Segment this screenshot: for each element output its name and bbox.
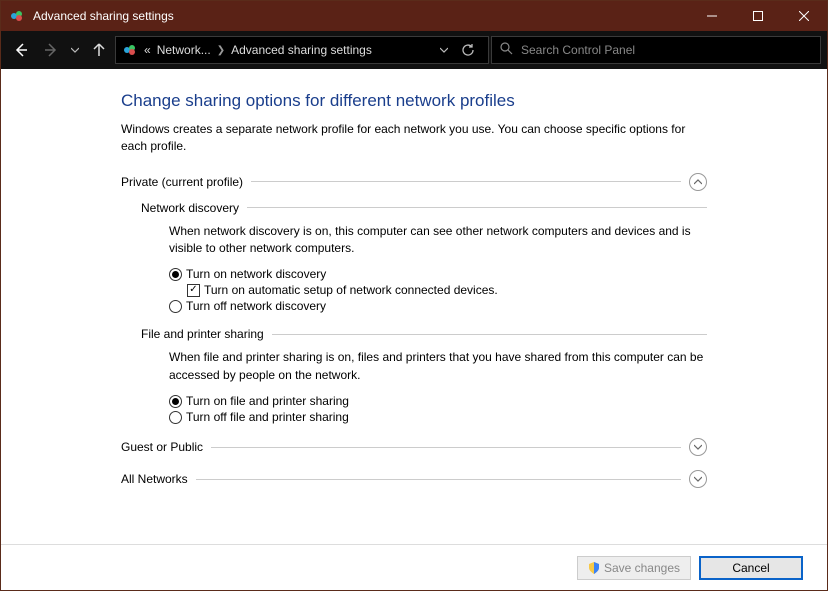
search-placeholder: Search Control Panel: [521, 43, 635, 57]
refresh-button[interactable]: [454, 36, 482, 64]
up-button[interactable]: [85, 36, 113, 64]
chevron-down-icon: [689, 438, 707, 456]
file-printer-heading: File and printer sharing: [141, 327, 264, 341]
content-area: Change sharing options for different net…: [1, 69, 827, 544]
profile-guest-header[interactable]: Guest or Public: [121, 438, 707, 456]
radio-icon: [169, 411, 182, 424]
radio-icon: [169, 300, 182, 313]
titlebar: Advanced sharing settings: [1, 1, 827, 31]
app-icon: [9, 8, 25, 24]
back-button[interactable]: [7, 36, 35, 64]
profile-private-label: Private (current profile): [121, 175, 243, 189]
radio-fps-off[interactable]: Turn off file and printer sharing: [169, 410, 707, 424]
recent-dropdown[interactable]: [67, 36, 83, 64]
profile-all-label: All Networks: [121, 472, 188, 486]
checkbox-icon: [187, 284, 200, 297]
radio-icon: [169, 268, 182, 281]
breadcrumb-prefix: «: [144, 43, 151, 57]
forward-button[interactable]: [37, 36, 65, 64]
breadcrumb-dropdown-icon[interactable]: [440, 43, 448, 57]
chevron-up-icon: [689, 173, 707, 191]
location-icon: [122, 42, 138, 58]
page-subtitle: Windows creates a separate network profi…: [121, 121, 707, 155]
breadcrumb-item-network[interactable]: Network...: [157, 43, 211, 57]
search-icon: [500, 42, 513, 58]
shield-icon: [588, 562, 600, 574]
profile-guest-label: Guest or Public: [121, 440, 203, 454]
window-title: Advanced sharing settings: [33, 9, 174, 23]
network-discovery-heading: Network discovery: [141, 201, 239, 215]
profile-all-header[interactable]: All Networks: [121, 470, 707, 488]
radio-fps-on[interactable]: Turn on file and printer sharing: [169, 394, 707, 408]
search-input[interactable]: Search Control Panel: [491, 36, 821, 64]
maximize-button[interactable]: [735, 1, 781, 31]
radio-icon: [169, 395, 182, 408]
cancel-button[interactable]: Cancel: [699, 556, 803, 580]
breadcrumb[interactable]: « Network... ❯ Advanced sharing settings: [115, 36, 489, 64]
footer: Save changes Cancel: [1, 544, 827, 590]
window: Advanced sharing settings: [0, 0, 828, 591]
close-button[interactable]: [781, 1, 827, 31]
file-printer-desc: When file and printer sharing is on, fil…: [169, 349, 707, 384]
network-discovery-desc: When network discovery is on, this compu…: [169, 223, 707, 258]
chevron-down-icon: [689, 470, 707, 488]
network-discovery-group: Network discovery When network discovery…: [141, 201, 707, 314]
minimize-button[interactable]: [689, 1, 735, 31]
file-printer-group: File and printer sharing When file and p…: [141, 327, 707, 424]
chevron-right-icon: ❯: [217, 45, 225, 56]
radio-nd-on[interactable]: Turn on network discovery: [169, 267, 707, 281]
save-button[interactable]: Save changes: [577, 556, 691, 580]
profile-private-header[interactable]: Private (current profile): [121, 173, 707, 191]
navbar: « Network... ❯ Advanced sharing settings…: [1, 31, 827, 69]
radio-nd-off[interactable]: Turn off network discovery: [169, 299, 707, 313]
page-title: Change sharing options for different net…: [121, 91, 707, 111]
checkbox-nd-auto[interactable]: Turn on automatic setup of network conne…: [187, 283, 707, 297]
breadcrumb-item-current[interactable]: Advanced sharing settings: [231, 43, 372, 57]
